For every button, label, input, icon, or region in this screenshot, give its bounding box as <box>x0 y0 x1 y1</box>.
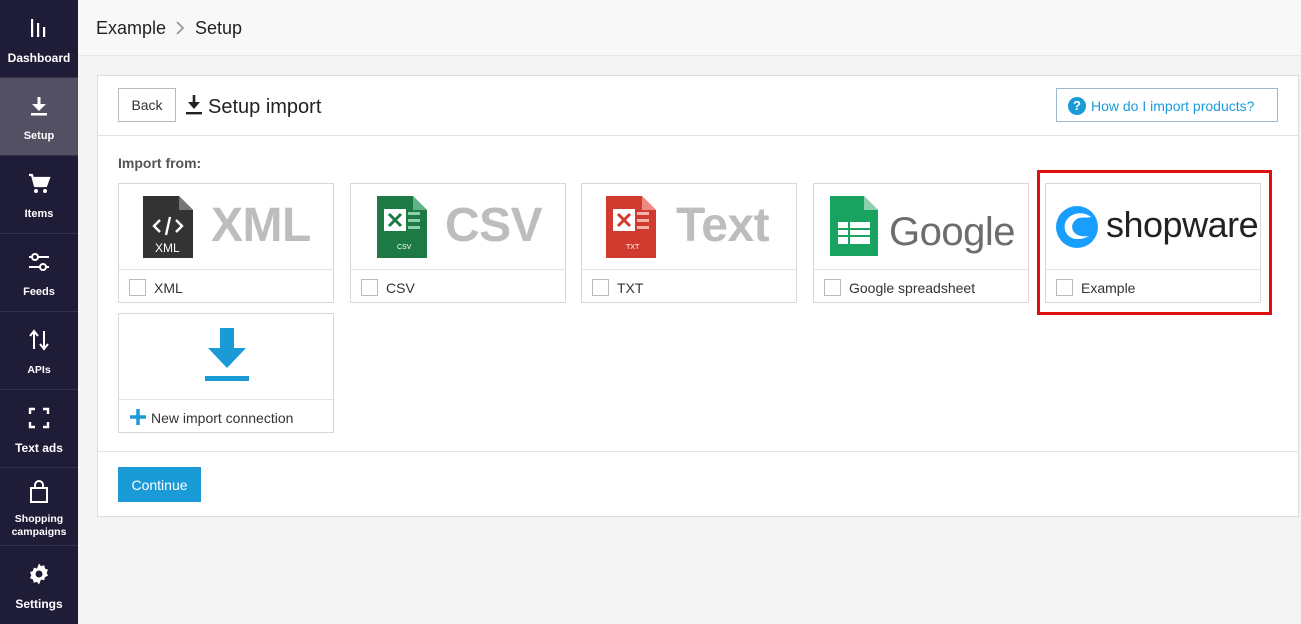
source-tile-txt[interactable]: TXT Text TXT <box>581 183 797 303</box>
sidebar-item-text-ads[interactable]: Text ads <box>0 390 78 468</box>
page-title: Setup import <box>208 96 322 118</box>
download-icon <box>31 97 47 116</box>
sliders-icon <box>29 253 49 271</box>
xml-file-badge: XML <box>155 241 180 255</box>
xml-checkbox[interactable] <box>129 279 146 296</box>
sidebar-item-label: Setup <box>23 130 55 142</box>
shopware-icon <box>1056 206 1098 248</box>
csv-file-badge: CSV <box>397 244 412 251</box>
sidebar-item-label: Feeds <box>23 286 55 298</box>
shopping-bag-icon <box>30 480 48 503</box>
sidebar-item-label: Dashboard <box>7 51 71 65</box>
txt-checkbox[interactable] <box>592 279 609 296</box>
back-button[interactable]: Back <box>118 88 176 122</box>
sidebar-item-label: Settings <box>15 597 63 611</box>
new-import-connection-tile[interactable]: New import connection <box>118 313 334 433</box>
csv-logo: CSV CSV <box>351 184 565 270</box>
shopware-logo: shopware <box>1046 184 1260 270</box>
google-logo-text: Google <box>889 210 1015 254</box>
download-icon <box>186 95 202 115</box>
new-connection-logo <box>119 314 333 400</box>
source-tile-google[interactable]: Google Google spreadsheet <box>813 183 1029 303</box>
cart-icon <box>29 173 51 193</box>
sidebar-item-settings[interactable]: Settings <box>0 546 78 624</box>
sidebar-item-label: Shopping campaigns <box>11 513 67 538</box>
panel-footer-divider <box>98 451 1298 452</box>
source-tile-xml[interactable]: XML XML XML <box>118 183 334 303</box>
sidebar-item-items[interactable]: Items <box>0 156 78 234</box>
xml-logo-text: XML <box>211 199 311 252</box>
new-connection-label: New import connection <box>151 410 294 426</box>
help-link-label: How do I import products? <box>1091 98 1255 114</box>
breadcrumb-current: Setup <box>195 18 243 38</box>
gear-icon <box>30 563 48 585</box>
breadcrumb-root[interactable]: Example <box>96 18 166 39</box>
continue-button[interactable]: Continue <box>118 467 201 502</box>
sidebar-item-apis[interactable]: APIs <box>0 312 78 390</box>
frame-icon <box>28 407 50 429</box>
google-label: Google spreadsheet <box>849 280 976 296</box>
sidebar-item-label: Items <box>24 208 54 220</box>
import-from-label: Import from: <box>118 155 202 171</box>
sidebar-item-setup[interactable]: Setup <box>0 78 78 156</box>
sidebar: Dashboard Setup Items Feeds APIs Text ad… <box>0 0 78 624</box>
sidebar-item-label: APIs <box>27 364 51 376</box>
sidebar-item-shopping-campaigns[interactable]: Shopping campaigns <box>0 468 78 546</box>
txt-label: TXT <box>617 280 644 296</box>
source-tile-shopware[interactable]: shopware Example <box>1045 183 1261 303</box>
shopware-logo-text: shopware <box>1106 204 1259 245</box>
csv-checkbox[interactable] <box>361 279 378 296</box>
chevron-right-icon <box>176 21 185 35</box>
google-logo: Google <box>814 184 1028 270</box>
sidebar-item-dashboard[interactable]: Dashboard <box>0 0 78 78</box>
example-checkbox[interactable] <box>1056 279 1073 296</box>
setup-import-panel: Back Setup import ? How do I import prod… <box>97 75 1299 517</box>
sidebar-item-feeds[interactable]: Feeds <box>0 234 78 312</box>
arrows-updown-icon <box>29 329 49 351</box>
txt-logo: TXT Text <box>582 184 796 270</box>
bar-chart-icon <box>31 19 46 37</box>
plus-icon <box>130 409 146 425</box>
xml-logo: XML XML <box>119 184 333 270</box>
csv-logo-text: CSV <box>445 199 543 252</box>
google-checkbox[interactable] <box>824 279 841 296</box>
help-link-button[interactable]: ? How do I import products? <box>1056 88 1278 122</box>
xml-label: XML <box>154 280 183 296</box>
breadcrumb: Example Setup <box>78 0 1301 56</box>
panel-header: Back Setup import ? How do I import prod… <box>98 76 1298 136</box>
google-sheets-icon <box>830 196 878 256</box>
example-label: Example <box>1081 280 1136 296</box>
sidebar-item-label: Text ads <box>15 441 63 455</box>
question-icon: ? <box>1068 97 1086 115</box>
download-icon <box>205 328 249 381</box>
source-tile-csv[interactable]: CSV CSV CSV <box>350 183 566 303</box>
txt-file-badge: TXT <box>626 244 640 251</box>
csv-label: CSV <box>386 280 415 296</box>
txt-logo-text: Text <box>676 199 770 252</box>
